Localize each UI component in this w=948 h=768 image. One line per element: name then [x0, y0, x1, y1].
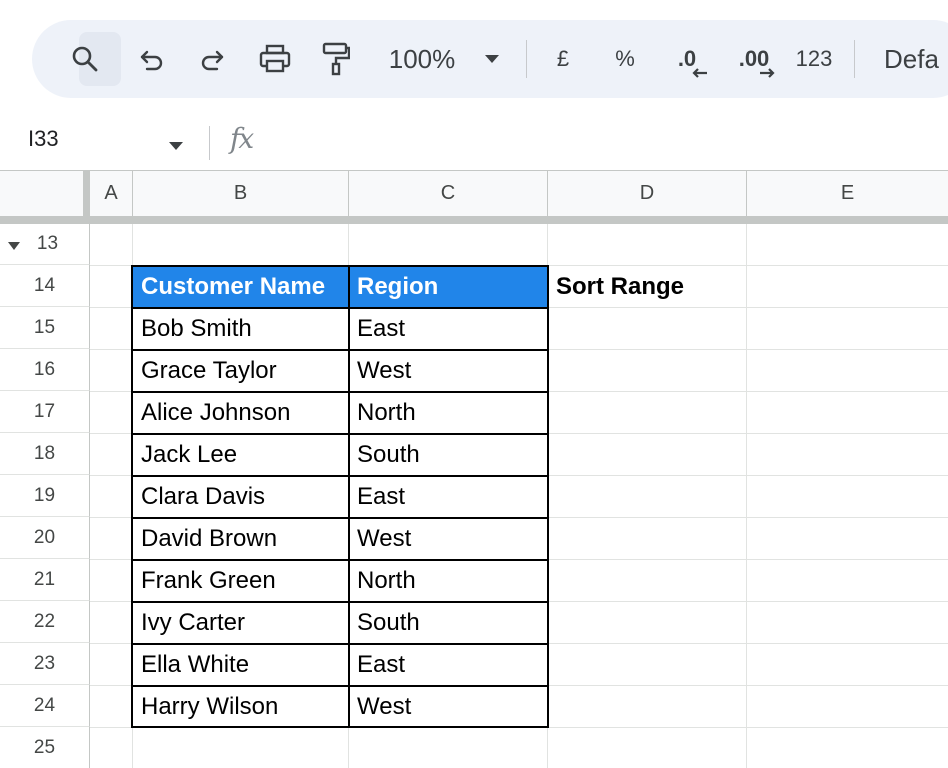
- cell-d14-sort-range-label[interactable]: Sort Range: [548, 266, 747, 307]
- table-cell-name[interactable]: Ella White: [133, 644, 349, 685]
- name-box[interactable]: I33: [28, 126, 59, 152]
- table-border: [131, 349, 549, 351]
- table-cell-name[interactable]: David Brown: [133, 518, 349, 559]
- table-border: [131, 433, 549, 435]
- row-header-15[interactable]: 15: [0, 307, 90, 349]
- column-header-e[interactable]: E: [747, 171, 948, 216]
- table-cell-region[interactable]: West: [349, 686, 548, 727]
- table-cell-name[interactable]: Ivy Carter: [133, 602, 349, 643]
- gridline: [90, 727, 948, 728]
- row-header-21[interactable]: 21: [0, 559, 90, 601]
- toolbar-separator: [854, 40, 855, 78]
- row-header-14[interactable]: 14: [0, 265, 90, 307]
- zoom-value: 100%: [388, 43, 456, 74]
- zoom-dropdown-arrow[interactable]: [482, 20, 502, 98]
- table-border: [131, 685, 549, 687]
- percent-label: %: [615, 46, 635, 71]
- table-cell-name[interactable]: Jack Lee: [133, 434, 349, 475]
- row-header-18[interactable]: 18: [0, 433, 90, 475]
- table-cell-region[interactable]: East: [349, 476, 548, 517]
- font-select[interactable]: Defa: [884, 20, 948, 98]
- spreadsheet-grid: A B C D E 13 14 15 16 17 18 19 20 21 22 …: [0, 170, 948, 768]
- row-header-16[interactable]: 16: [0, 349, 90, 391]
- redo-icon: [199, 47, 225, 71]
- table-cell-region[interactable]: South: [349, 602, 548, 643]
- column-header-d[interactable]: D: [548, 171, 747, 216]
- column-header-a[interactable]: A: [90, 171, 133, 216]
- row-header-24[interactable]: 24: [0, 685, 90, 727]
- cell-b14-header[interactable]: Customer Name: [133, 266, 349, 307]
- row-header-17[interactable]: 17: [0, 391, 90, 433]
- table-cell-name[interactable]: Bob Smith: [133, 308, 349, 349]
- table-cell-region[interactable]: East: [349, 308, 548, 349]
- table-border: [131, 517, 549, 519]
- decrease-decimal-icon: .0: [678, 48, 707, 78]
- table-cell-region[interactable]: East: [349, 644, 548, 685]
- undo-button[interactable]: [135, 20, 169, 98]
- zoom-select[interactable]: 100%: [382, 20, 462, 98]
- caret-down-icon: [484, 54, 500, 64]
- formula-bar-separator: [209, 126, 210, 160]
- table-cell-region[interactable]: North: [349, 560, 548, 601]
- currency-label: £: [556, 46, 570, 71]
- table-border: [131, 601, 549, 603]
- table-cell-name[interactable]: Frank Green: [133, 560, 349, 601]
- table-border: [131, 559, 549, 561]
- undo-icon: [139, 47, 165, 71]
- formula-bar: I33 fx: [0, 114, 948, 170]
- table-border: [131, 475, 549, 477]
- select-all-corner[interactable]: [0, 171, 90, 217]
- column-header-c[interactable]: C: [349, 171, 548, 216]
- row-header-23[interactable]: 23: [0, 643, 90, 685]
- print-icon: [259, 44, 291, 74]
- table-cell-region[interactable]: North: [349, 392, 548, 433]
- table-border: [131, 307, 549, 309]
- row-number: 13: [36, 233, 59, 254]
- row-header-13[interactable]: 13: [0, 224, 90, 265]
- search-icon: [71, 45, 99, 73]
- row-header-19[interactable]: 19: [0, 475, 90, 517]
- frozen-row-divider[interactable]: [0, 216, 948, 224]
- column-header-row: A B C D E: [0, 170, 948, 217]
- redo-button[interactable]: [195, 20, 229, 98]
- fx-icon: fx: [230, 122, 254, 155]
- table-border: [131, 643, 549, 645]
- caret-down-icon: [168, 138, 184, 155]
- more-formats-button[interactable]: 123: [794, 20, 834, 98]
- formula-input[interactable]: [280, 126, 920, 158]
- collapse-triangle-icon[interactable]: [8, 234, 20, 256]
- table-cell-name[interactable]: Clara Davis: [133, 476, 349, 517]
- toolbar: 100% £ % .0 .00 123 Defa: [32, 20, 948, 98]
- paint-format-button[interactable]: [319, 20, 353, 98]
- table-cell-name[interactable]: Alice Johnson: [133, 392, 349, 433]
- print-button[interactable]: [257, 20, 293, 98]
- cell-c14-header[interactable]: Region: [349, 266, 548, 307]
- column-header-b[interactable]: B: [133, 171, 349, 216]
- table-cell-region[interactable]: West: [349, 518, 548, 559]
- table-cell-name[interactable]: Grace Taylor: [133, 350, 349, 391]
- search-menus-button[interactable]: [68, 20, 102, 98]
- table-cell-region[interactable]: South: [349, 434, 548, 475]
- format-currency-button[interactable]: £: [548, 20, 578, 98]
- table-cell-region[interactable]: West: [349, 350, 548, 391]
- row-header-20[interactable]: 20: [0, 517, 90, 559]
- table-border: [348, 265, 350, 728]
- row-header-22[interactable]: 22: [0, 601, 90, 643]
- format-percent-button[interactable]: %: [610, 20, 640, 98]
- table-border: [131, 391, 549, 393]
- table-cell-name[interactable]: Harry Wilson: [133, 686, 349, 727]
- decrease-decimal-button[interactable]: .0: [668, 20, 707, 98]
- name-box-dropdown[interactable]: [168, 138, 184, 156]
- paint-format-icon: [322, 42, 350, 76]
- number-format-label: 123: [795, 46, 833, 71]
- toolbar-separator: [526, 40, 527, 78]
- increase-decimal-icon: .00: [739, 48, 775, 78]
- increase-decimal-button[interactable]: .00: [732, 20, 776, 98]
- font-label: Defa: [884, 43, 939, 74]
- frozen-column-divider[interactable]: [83, 171, 90, 217]
- row-header-25[interactable]: 25: [0, 727, 90, 768]
